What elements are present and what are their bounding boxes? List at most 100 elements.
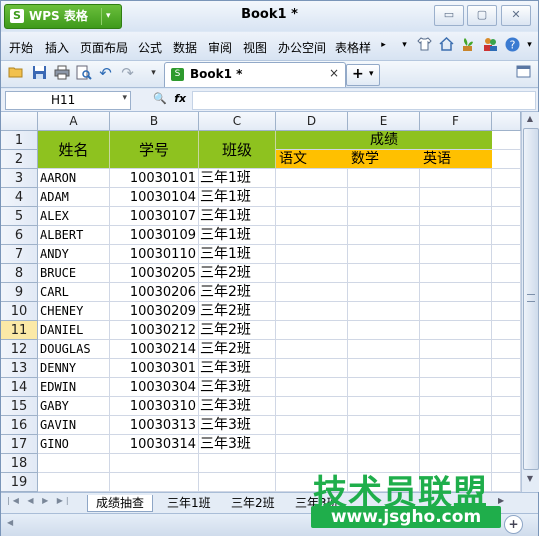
column-header[interactable]: A: [38, 112, 110, 131]
row-header[interactable]: 7: [1, 245, 38, 264]
grid-cell[interactable]: [348, 169, 420, 188]
row-header[interactable]: 11: [1, 321, 38, 340]
grid-cell[interactable]: [492, 169, 521, 188]
header-cell-class[interactable]: 班级: [199, 131, 276, 169]
sheet-nav-icons[interactable]: |◀ ◀ ▶ ▶|: [7, 496, 72, 505]
grid-cell[interactable]: [38, 473, 110, 492]
row-header[interactable]: 19: [1, 473, 38, 492]
grid-cell[interactable]: [492, 473, 521, 492]
column-header[interactable]: F: [420, 112, 492, 131]
grid-cell[interactable]: [348, 340, 420, 359]
grid-cell[interactable]: [420, 169, 492, 188]
sheet-tab[interactable]: 三年2班: [223, 495, 283, 511]
grid-cell[interactable]: [420, 378, 492, 397]
grid-cell[interactable]: [420, 321, 492, 340]
vertical-scroll-thumb[interactable]: [523, 128, 539, 470]
grid-cell[interactable]: [276, 378, 348, 397]
chevron-down-icon[interactable]: ▾: [396, 37, 413, 54]
grid-cell[interactable]: [492, 150, 521, 169]
undo-icon[interactable]: ↶: [97, 65, 114, 82]
preview-icon[interactable]: [75, 65, 92, 82]
menu-data[interactable]: 数据: [173, 39, 197, 56]
row-header[interactable]: 6: [1, 226, 38, 245]
grid-cell[interactable]: [420, 207, 492, 226]
grid-cell[interactable]: [110, 454, 199, 473]
worksheet-grid[interactable]: A B C D E F 1 2 3 4 5 6 7 8 9 10 11 12 13 14 15 16 17 18 19 姓名 学号班…: [1, 112, 521, 492]
new-tab-button[interactable]: + ▾: [346, 64, 380, 86]
grid-cell[interactable]: [276, 321, 348, 340]
redo-icon[interactable]: ↷: [119, 65, 136, 82]
zoom-in-icon[interactable]: +: [504, 515, 523, 534]
menu-table-style[interactable]: 表格样: [335, 39, 371, 56]
maximize-button[interactable]: ▢: [467, 5, 497, 26]
grid-cell[interactable]: [276, 340, 348, 359]
cell-name[interactable]: EDWIN: [38, 378, 110, 397]
grid-cell[interactable]: [348, 378, 420, 397]
cell-class[interactable]: 三年3班: [199, 435, 276, 454]
row-header[interactable]: 10: [1, 302, 38, 321]
grid-cell[interactable]: [348, 207, 420, 226]
grid-cell[interactable]: [420, 302, 492, 321]
row-header[interactable]: 1: [1, 131, 38, 150]
grid-cell[interactable]: [348, 226, 420, 245]
grid-cell[interactable]: [420, 188, 492, 207]
window-icon[interactable]: [515, 65, 532, 82]
row-header[interactable]: 18: [1, 454, 38, 473]
cell-class[interactable]: 三年2班: [199, 264, 276, 283]
grid-cell[interactable]: [492, 397, 521, 416]
row-header[interactable]: 8: [1, 264, 38, 283]
grid-cell[interactable]: [199, 454, 276, 473]
menu-review[interactable]: 审阅: [208, 39, 232, 56]
grid-cell[interactable]: [276, 188, 348, 207]
close-tab-icon[interactable]: ×: [329, 66, 339, 80]
fx-icon[interactable]: fx: [174, 92, 186, 105]
vertical-scrollbar[interactable]: ▲ ▼: [521, 112, 539, 492]
cell-class[interactable]: 三年2班: [199, 302, 276, 321]
row-header[interactable]: 14: [1, 378, 38, 397]
cell-student-id[interactable]: 10030310: [110, 397, 199, 416]
cell-student-id[interactable]: 10030110: [110, 245, 199, 264]
grid-cell[interactable]: [492, 321, 521, 340]
grid-cell[interactable]: [348, 435, 420, 454]
cell-student-id[interactable]: 10030101: [110, 169, 199, 188]
grid-cell[interactable]: [492, 131, 521, 150]
grid-cell[interactable]: [492, 207, 521, 226]
grid-cell[interactable]: [276, 169, 348, 188]
grid-cell[interactable]: [348, 264, 420, 283]
grid-cell[interactable]: [276, 245, 348, 264]
cell-class[interactable]: 三年1班: [199, 226, 276, 245]
cell-name[interactable]: GAVIN: [38, 416, 110, 435]
sheet-tab[interactable]: 三年1班: [159, 495, 219, 511]
name-box[interactable]: H11 ▾: [5, 91, 131, 110]
menu-view[interactable]: 视图: [243, 39, 267, 56]
grid-cell[interactable]: [492, 378, 521, 397]
grid-cell[interactable]: [492, 283, 521, 302]
grid-cell[interactable]: [348, 359, 420, 378]
grid-cell[interactable]: [348, 245, 420, 264]
column-header[interactable]: E: [348, 112, 420, 131]
grid-cell[interactable]: [276, 416, 348, 435]
customize-icon[interactable]: ▾: [145, 65, 162, 82]
cell-student-id[interactable]: 10030209: [110, 302, 199, 321]
grid-cell[interactable]: [420, 397, 492, 416]
cell-student-id[interactable]: 10030301: [110, 359, 199, 378]
grid-cell[interactable]: [276, 283, 348, 302]
cell-name[interactable]: ALBERT: [38, 226, 110, 245]
document-tab[interactable]: S Book1 * ×: [164, 62, 346, 87]
column-header[interactable]: C: [199, 112, 276, 131]
grid-cell[interactable]: [420, 416, 492, 435]
cell-name[interactable]: DENNY: [38, 359, 110, 378]
cell-student-id[interactable]: 10030212: [110, 321, 199, 340]
grid-cell[interactable]: [420, 435, 492, 454]
cell-class[interactable]: 三年1班: [199, 188, 276, 207]
grid-cell[interactable]: [199, 473, 276, 492]
grid-cell[interactable]: [492, 454, 521, 473]
grid-cell[interactable]: [420, 245, 492, 264]
close-button[interactable]: ✕: [501, 5, 531, 26]
grid-cell[interactable]: [492, 340, 521, 359]
cell-name[interactable]: GINO: [38, 435, 110, 454]
search-function-icon[interactable]: 🔍: [153, 92, 167, 105]
grid-cell[interactable]: [348, 302, 420, 321]
menu-home[interactable]: 开始: [9, 39, 33, 56]
header-cell-chinese[interactable]: 语文: [276, 150, 348, 169]
